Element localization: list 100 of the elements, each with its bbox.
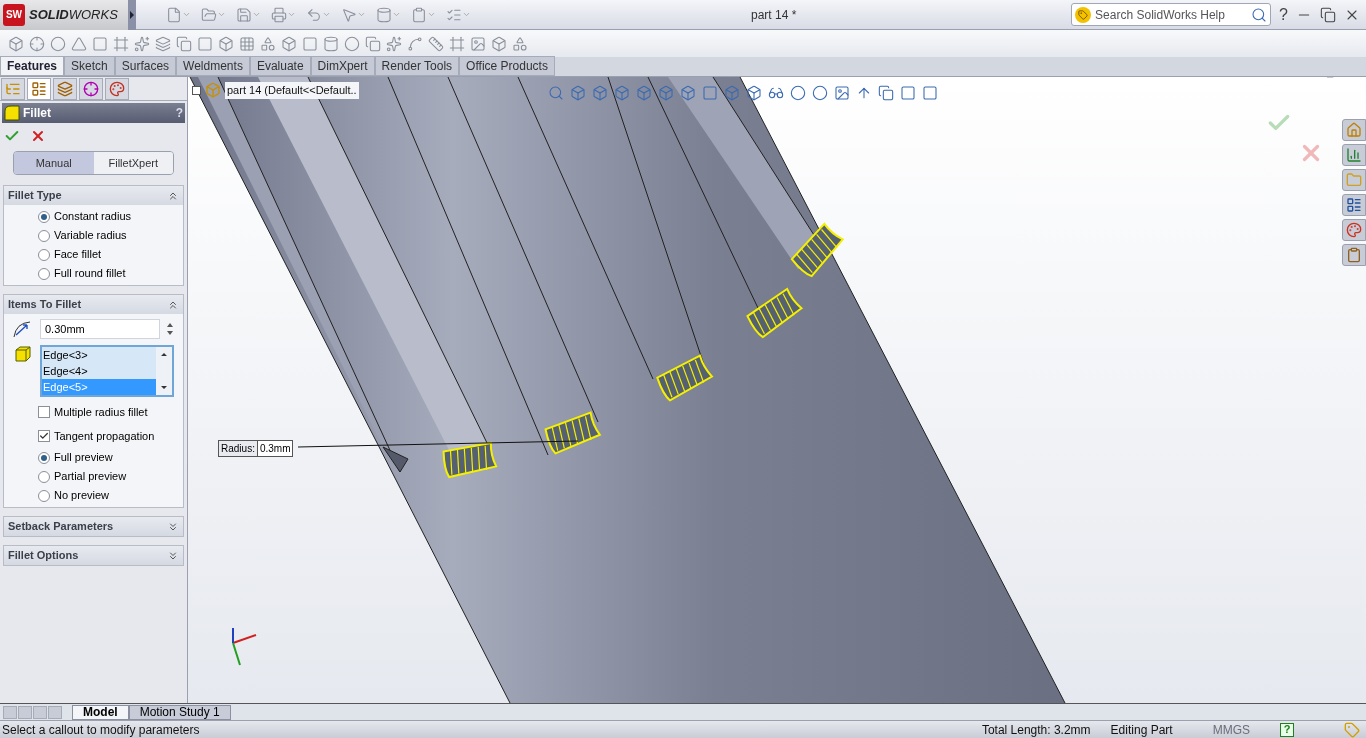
clipboard-icon[interactable] <box>411 6 427 23</box>
curve-icon[interactable] <box>407 35 423 52</box>
fillet-preview[interactable] <box>656 354 713 402</box>
edge-item[interactable]: Edge<3> <box>42 347 156 363</box>
tag-icon[interactable] <box>1344 721 1360 738</box>
expand-icon[interactable] <box>192 85 201 95</box>
collapse-icon[interactable] <box>167 549 179 562</box>
square-icon[interactable] <box>92 35 108 52</box>
copy-icon[interactable] <box>176 35 192 52</box>
printer-icon[interactable] <box>271 6 287 23</box>
grid-icon[interactable] <box>239 35 255 52</box>
radius-field[interactable]: 0.30mm <box>40 319 160 339</box>
command-tab[interactable]: DimXpert <box>310 56 375 76</box>
edge-item[interactable]: Edge<4> <box>42 363 156 379</box>
fillet-preview[interactable] <box>442 441 498 479</box>
task-pane-tab[interactable] <box>1342 194 1366 216</box>
checkbox[interactable] <box>38 430 50 442</box>
image-icon[interactable] <box>470 35 486 52</box>
task-pane-tab[interactable] <box>1342 219 1366 241</box>
copy-icon[interactable] <box>878 85 894 101</box>
folder-icon[interactable] <box>201 6 217 23</box>
logo-bar[interactable]: SW SOLIDWORKS <box>0 0 128 30</box>
radius-callout[interactable]: Radius: 0.3mm <box>218 440 294 457</box>
help-search-field[interactable]: Search SolidWorks Help <box>1071 3 1272 26</box>
radio-button[interactable] <box>38 470 50 483</box>
sparkle-icon[interactable] <box>134 35 150 52</box>
panel-tab[interactable] <box>53 78 77 100</box>
logo-badge: SW <box>3 3 25 26</box>
mode-tab[interactable]: FilletXpert <box>93 152 173 174</box>
edge-list[interactable]: Edge<3> Edge<4> Edge<5> <box>40 345 174 397</box>
radio-button[interactable] <box>38 248 50 261</box>
ring-icon[interactable] <box>50 35 66 52</box>
ruler-icon[interactable] <box>428 35 444 52</box>
cancel-icon[interactable] <box>30 128 46 144</box>
command-tab[interactable]: Surfaces <box>114 56 177 76</box>
sphere-icon[interactable] <box>790 85 806 101</box>
square-icon[interactable] <box>302 35 318 52</box>
fillet-preview[interactable] <box>746 287 803 339</box>
collapse-icon[interactable] <box>167 520 179 533</box>
panel-tab[interactable] <box>27 78 51 100</box>
radio-button[interactable] <box>38 267 50 280</box>
cube-icon[interactable] <box>724 85 740 101</box>
sphere-icon[interactable] <box>812 85 828 101</box>
layers-icon[interactable] <box>155 35 171 52</box>
units-dropdown[interactable]: MMGS <box>1212 720 1280 738</box>
shapes-icon[interactable] <box>512 35 528 52</box>
cylinder-icon[interactable] <box>323 35 339 52</box>
expand-menu-button[interactable] <box>128 0 136 30</box>
glasses-icon[interactable] <box>768 85 784 101</box>
frame-icon[interactable] <box>449 35 465 52</box>
command-tab[interactable]: Weldments <box>176 56 250 76</box>
help-button[interactable]: ? <box>1279 2 1288 27</box>
cube-icon[interactable] <box>746 85 762 101</box>
search-icon[interactable] <box>1251 6 1268 23</box>
square-icon[interactable] <box>922 85 938 101</box>
command-tab[interactable]: Office Products <box>459 56 555 76</box>
fillet-preview[interactable] <box>544 411 601 455</box>
fillet-preview[interactable] <box>790 222 844 278</box>
bottom-tab[interactable]: Motion Study 1 <box>128 704 231 720</box>
square-icon[interactable] <box>197 35 213 52</box>
shapes-icon[interactable] <box>260 35 276 52</box>
restore-icon[interactable] <box>1320 6 1336 23</box>
square-icon[interactable] <box>900 85 916 101</box>
arrow-icon[interactable] <box>856 85 872 101</box>
undo-icon[interactable] <box>306 6 322 23</box>
radio-button[interactable] <box>38 210 50 223</box>
cone-icon[interactable] <box>71 35 87 52</box>
command-tab[interactable]: Render Tools <box>374 56 460 76</box>
radio-button[interactable] <box>38 451 50 464</box>
document-icon[interactable] <box>166 6 182 23</box>
list-icon <box>1346 197 1362 213</box>
help-button[interactable]: ? <box>175 104 183 122</box>
task-pane-tab[interactable] <box>1342 244 1366 266</box>
scrollbar-icon[interactable] <box>156 347 172 395</box>
checkbox[interactable] <box>38 406 50 418</box>
option-label: Tangent propagation <box>54 428 155 444</box>
save-icon[interactable] <box>236 6 252 23</box>
command-tab[interactable]: Sketch <box>64 56 115 76</box>
pointer-icon[interactable] <box>341 6 357 23</box>
square-icon[interactable] <box>702 85 718 101</box>
radio-button[interactable] <box>38 229 50 242</box>
part-icon <box>205 82 221 99</box>
panel-tab[interactable] <box>105 78 129 100</box>
mode-tab[interactable]: Manual <box>14 152 94 174</box>
circle-icon[interactable] <box>344 35 360 52</box>
command-tab[interactable]: Features <box>0 56 65 76</box>
radio-button[interactable] <box>38 489 50 502</box>
sparkle-icon[interactable] <box>386 35 402 52</box>
crosshair-icon[interactable] <box>29 35 45 52</box>
copy-icon[interactable] <box>365 35 381 52</box>
frame-icon[interactable] <box>113 35 129 52</box>
cylinder-icon[interactable] <box>376 6 392 23</box>
help-button[interactable]: ? <box>1280 722 1294 737</box>
magnifier-icon[interactable] <box>548 85 564 101</box>
task-pane-tab[interactable] <box>1342 144 1366 166</box>
bottom-tab[interactable]: Model <box>72 704 129 720</box>
command-tab[interactable]: Evaluate <box>249 56 311 76</box>
feature-tree-label[interactable]: part 14 (Default<<Default.. <box>225 82 359 99</box>
graphics-area[interactable]: part 14 (Default<<Default.. Radius: 0.3mm <box>188 77 1366 703</box>
panel-tab[interactable] <box>79 78 103 100</box>
